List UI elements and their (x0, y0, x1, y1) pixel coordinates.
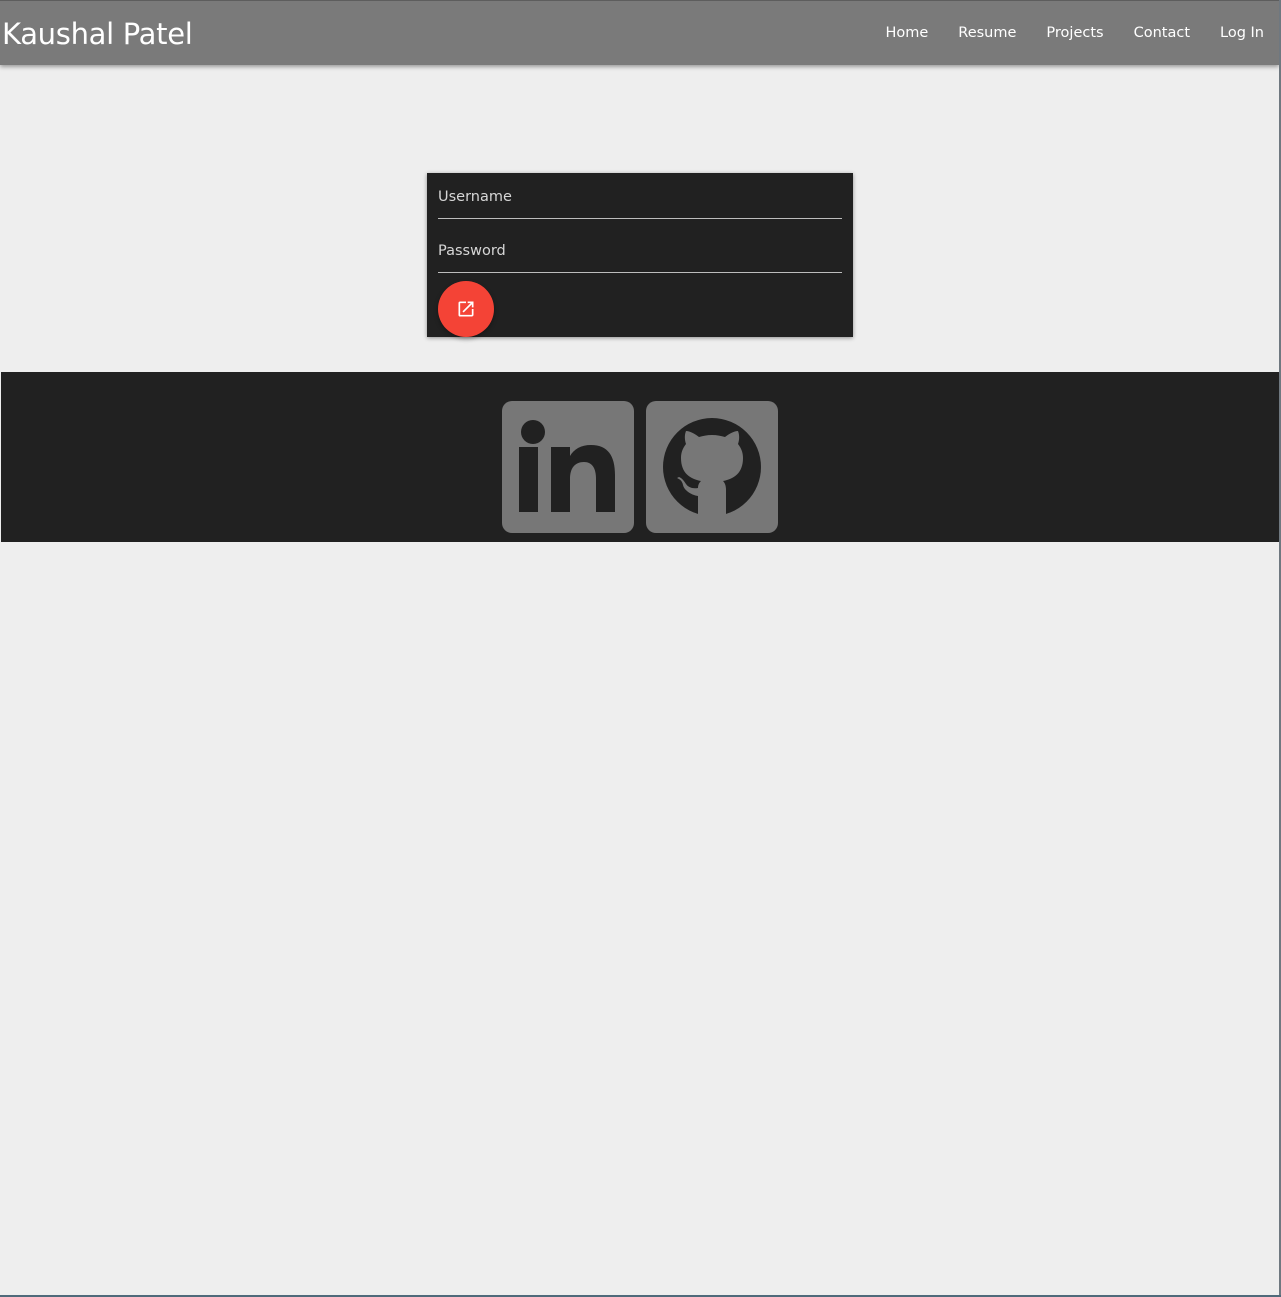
login-submit-button[interactable] (438, 281, 494, 337)
github-icon (646, 418, 778, 537)
brand-title[interactable]: Kaushal Patel (2, 15, 193, 53)
password-input[interactable] (438, 229, 842, 273)
linkedin-icon (502, 420, 634, 537)
footer (1, 372, 1279, 542)
linkedin-link[interactable] (502, 401, 634, 533)
github-link[interactable] (646, 401, 778, 533)
nav-item-contact[interactable]: Contact (1119, 1, 1205, 66)
nav-item-resume[interactable]: Resume (943, 1, 1031, 66)
top-navbar: Kaushal Patel Home Resume Projects Conta… (0, 0, 1279, 65)
nav-links: Home Resume Projects Contact Log In (870, 1, 1279, 66)
nav-item-home[interactable]: Home (870, 1, 943, 66)
password-field-wrapper (438, 229, 842, 273)
username-input[interactable] (438, 175, 842, 219)
nav-item-projects[interactable]: Projects (1031, 1, 1118, 66)
open-in-new-icon (456, 299, 476, 319)
nav-item-login[interactable]: Log In (1205, 1, 1279, 66)
username-field-wrapper (438, 175, 842, 219)
